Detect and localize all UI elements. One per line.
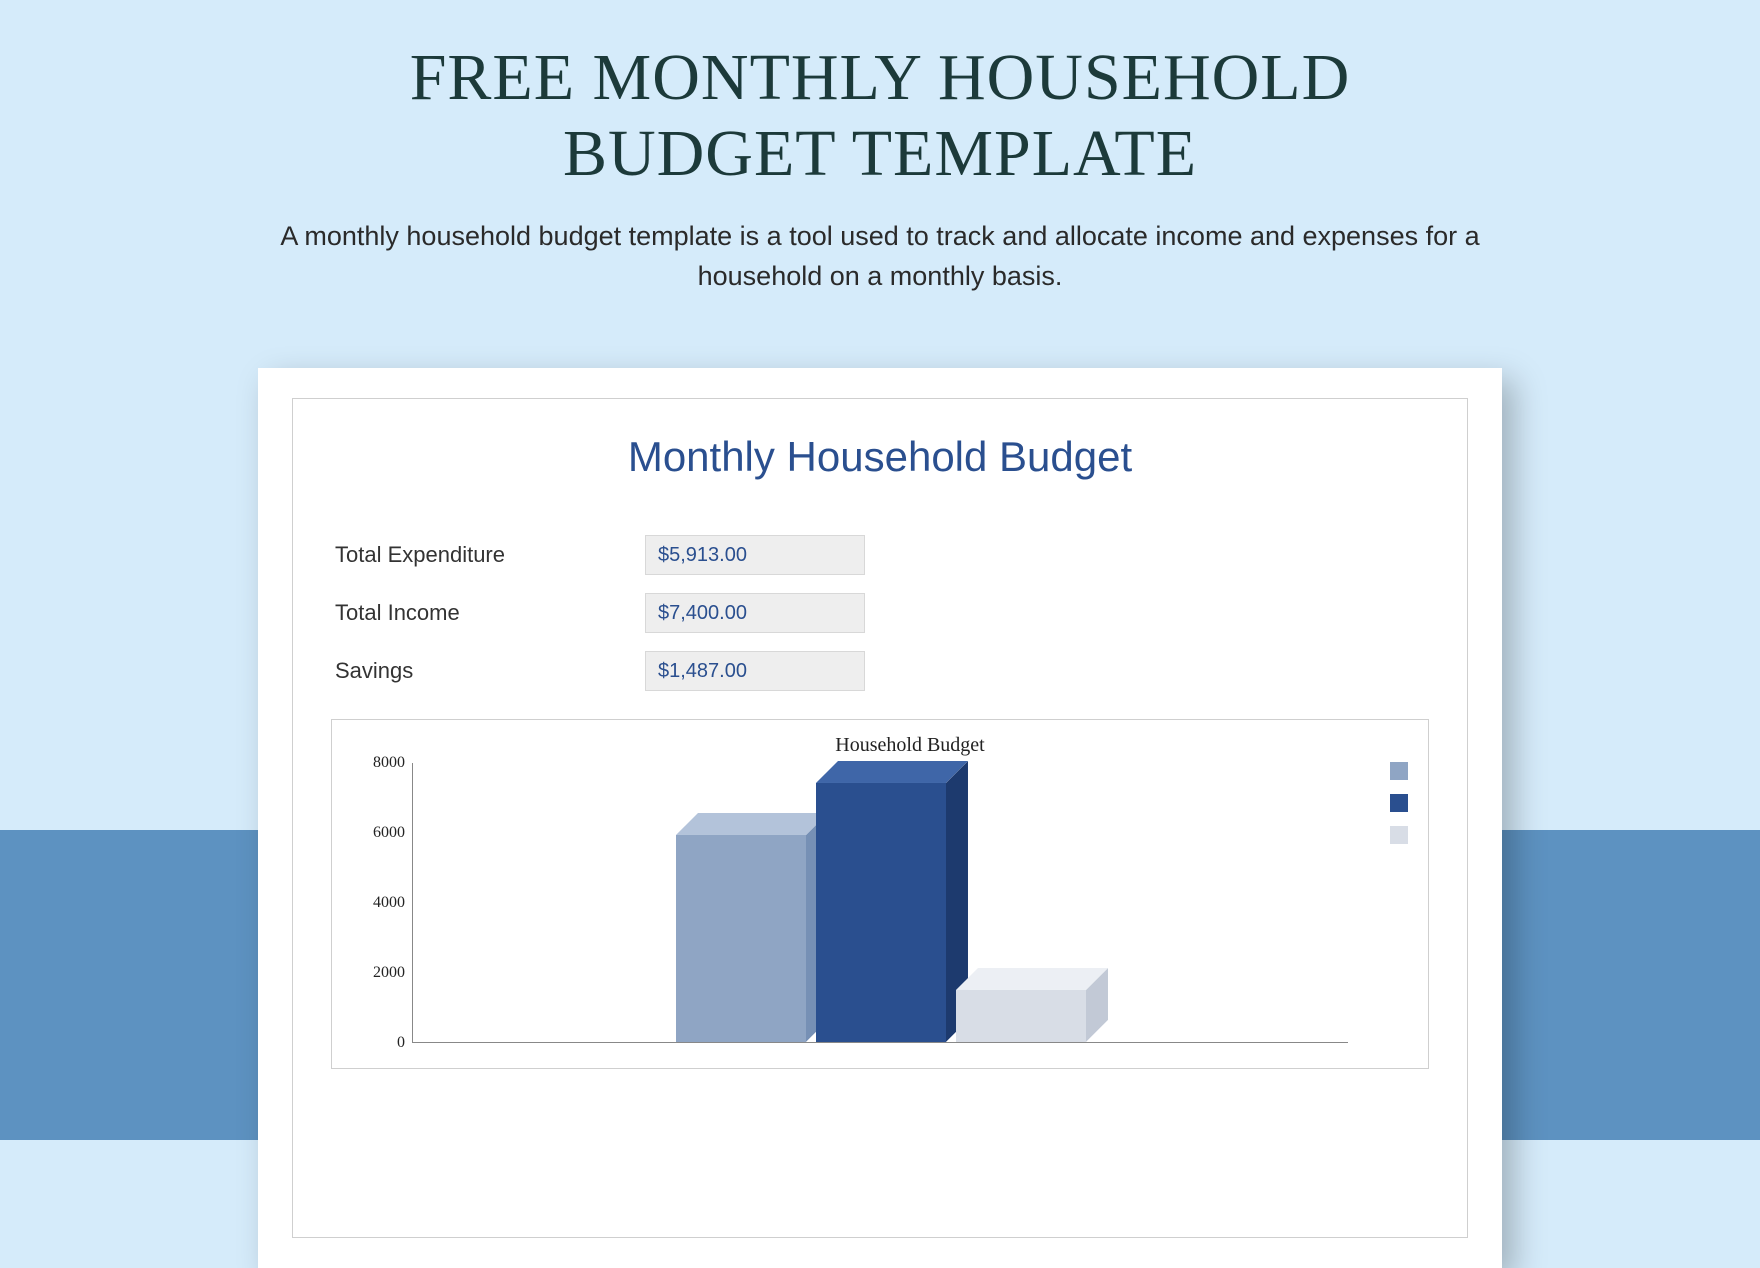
y-tick: 2000 <box>350 964 405 982</box>
chart-legend <box>1390 762 1420 858</box>
summary-label: Savings <box>335 658 645 684</box>
legend-swatch <box>1390 762 1408 780</box>
chart-plot <box>412 763 1348 1043</box>
summary-row: Savings $1,487.00 <box>335 651 1429 691</box>
document-inner: Monthly Household Budget Total Expenditu… <box>292 398 1468 1238</box>
legend-swatch <box>1390 826 1408 844</box>
legend-swatch <box>1390 794 1408 812</box>
document-preview: Monthly Household Budget Total Expenditu… <box>258 368 1502 1268</box>
chart-container: Household Budget 02000400060008000 <box>331 719 1429 1069</box>
summary-row: Total Expenditure $5,913.00 <box>335 535 1429 575</box>
chart-bar <box>676 762 806 1042</box>
bar-front <box>676 835 806 1042</box>
y-tick: 8000 <box>350 754 405 772</box>
y-tick: 6000 <box>350 824 405 842</box>
page-subtitle: A monthly household budget template is a… <box>240 216 1520 297</box>
chart-bars <box>413 763 1348 1042</box>
bar-top <box>956 968 1108 990</box>
summary-value: $1,487.00 <box>645 651 865 691</box>
chart-area: 02000400060008000 <box>412 763 1408 1043</box>
summary-value: $7,400.00 <box>645 593 865 633</box>
summary-label: Total Income <box>335 600 645 626</box>
y-axis: 02000400060008000 <box>350 763 405 1043</box>
title-line-1: FREE MONTHLY HOUSEHOLD <box>410 41 1351 114</box>
bar-top <box>676 813 828 835</box>
bar-top <box>816 761 968 783</box>
chart-title: Household Budget <box>412 734 1408 757</box>
summary-row: Total Income $7,400.00 <box>335 593 1429 633</box>
page-title: FREE MONTHLY HOUSEHOLD BUDGET TEMPLATE <box>0 40 1760 192</box>
y-tick: 4000 <box>350 894 405 912</box>
summary-label: Total Expenditure <box>335 542 645 568</box>
y-tick: 0 <box>350 1034 405 1052</box>
bar-front <box>816 783 946 1042</box>
summary-table: Total Expenditure $5,913.00 Total Income… <box>335 535 1429 691</box>
summary-value: $5,913.00 <box>645 535 865 575</box>
document-title: Monthly Household Budget <box>331 433 1429 481</box>
chart-bar <box>956 762 1086 1042</box>
bar-front <box>956 990 1086 1042</box>
chart-bar <box>816 762 946 1042</box>
title-line-2: BUDGET TEMPLATE <box>563 117 1197 190</box>
page-header: FREE MONTHLY HOUSEHOLD BUDGET TEMPLATE A… <box>0 0 1760 297</box>
